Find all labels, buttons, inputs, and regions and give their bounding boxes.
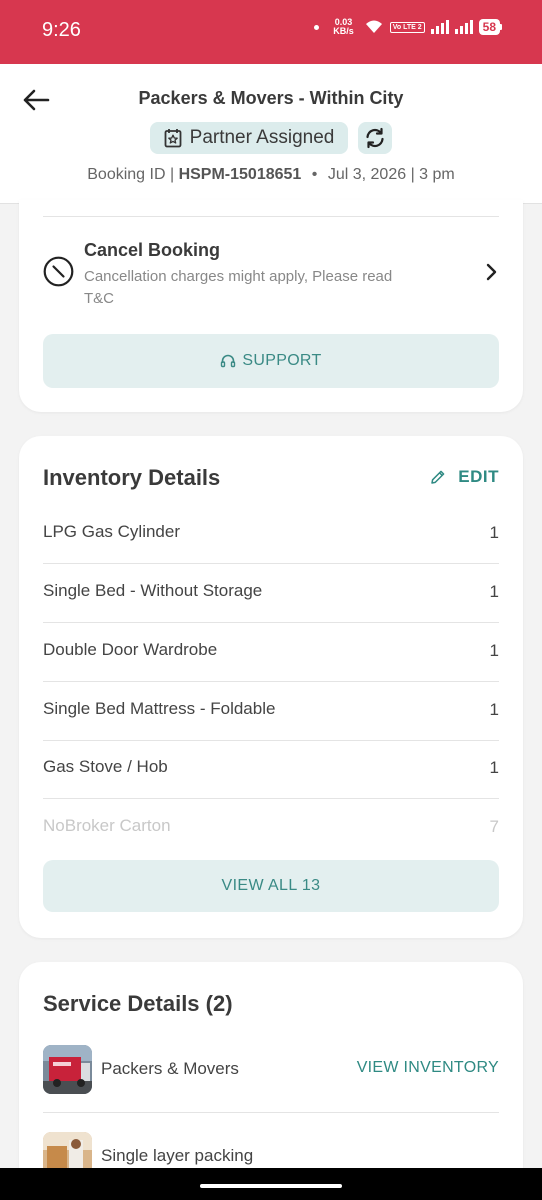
inventory-item-qty: 1	[489, 582, 499, 601]
service-name: Packers & Movers	[101, 1059, 239, 1078]
system-nav-bar	[0, 1168, 542, 1200]
inventory-item-name: NoBroker Carton	[43, 816, 171, 835]
inventory-row: Double Door Wardrobe 1	[43, 623, 499, 682]
home-gesture-handle[interactable]	[200, 1184, 342, 1188]
inventory-card: Inventory Details EDIT LPG Gas Cylinder …	[19, 436, 523, 938]
edit-inventory-button[interactable]: EDIT	[430, 467, 499, 487]
service-card: Service Details (2) Packers & Movers VIE…	[19, 962, 523, 1200]
inventory-row: Single Bed - Without Storage 1	[43, 564, 499, 623]
view-inventory-link[interactable]: VIEW INVENTORY	[357, 1059, 499, 1077]
booking-info: Booking ID | HSPM-15018651 • Jul 3, 2026…	[0, 166, 542, 184]
signal-icon	[430, 20, 449, 34]
service-name: Single layer packing	[101, 1146, 254, 1165]
service-title: Service Details (2)	[43, 991, 233, 1016]
inventory-item-name: Single Bed - Without Storage	[43, 581, 263, 600]
inventory-item-name: LPG Gas Cylinder	[43, 522, 180, 541]
status-badge: Partner Assigned	[149, 122, 349, 154]
booking-id-label: Booking ID |	[87, 166, 175, 183]
inventory-row: NoBroker Carton 7	[43, 799, 499, 858]
wifi-icon	[365, 20, 382, 33]
service-row: Packers & Movers VIEW INVENTORY	[43, 1045, 499, 1113]
status-icons: 0.03 KB/s Vo LTE 2 58	[314, 18, 502, 36]
inventory-row: LPG Gas Cylinder 1	[43, 505, 499, 564]
headset-icon	[221, 354, 236, 368]
inventory-item-qty: 1	[489, 523, 499, 542]
edit-label: EDIT	[458, 467, 499, 486]
badge-star-icon	[164, 129, 182, 148]
signal-2-icon	[454, 20, 473, 34]
support-button[interactable]: SUPPORT	[43, 334, 499, 388]
support-label: SUPPORT	[242, 352, 322, 369]
booking-header: Packers & Movers - Within City Partner A…	[0, 64, 542, 204]
booking-id: HSPM-15018651	[178, 166, 302, 183]
inventory-item-name: Single Bed Mattress - Foldable	[43, 699, 276, 718]
chevron-right-icon	[486, 263, 497, 281]
refresh-button[interactable]	[358, 122, 393, 154]
cancel-booking-row[interactable]: Cancel Booking Cancellation charges migh…	[43, 236, 501, 308]
status-time: 9:26	[42, 19, 81, 41]
inventory-item-name: Gas Stove / Hob	[43, 757, 168, 776]
battery-level: 58	[478, 19, 500, 35]
inventory-item-name: Double Door Wardrobe	[43, 640, 218, 659]
booking-separator: •	[311, 166, 318, 183]
status-bar: 9:26 0.03 KB/s Vo LTE 2 58	[0, 0, 542, 64]
booking-schedule: Jul 3, 2026 | 3 pm	[327, 166, 455, 183]
cancel-booking-subtitle: Cancellation charges might apply, Please…	[84, 268, 393, 307]
notification-dot-icon	[314, 24, 320, 30]
cancel-booking-title: Cancel Booking	[84, 240, 221, 260]
page-title: Packers & Movers - Within City	[138, 88, 404, 108]
status-badge-label: Partner Assigned	[189, 127, 335, 148]
actions-card: Cancel Booking Cancellation charges migh…	[19, 200, 523, 412]
truck-thumbnail	[43, 1045, 92, 1094]
inventory-item-qty: 1	[489, 758, 499, 777]
status-badges: Partner Assigned	[0, 122, 542, 154]
inventory-item-qty: 1	[489, 700, 499, 719]
inventory-row: Single Bed Mattress - Foldable 1	[43, 682, 499, 741]
net-speed-unit: KB/s	[333, 26, 354, 36]
inventory-item-qty: 1	[489, 641, 499, 660]
refresh-icon	[366, 127, 384, 149]
inventory-item-qty: 7	[489, 817, 499, 836]
cancel-icon	[43, 256, 74, 287]
volte-badge: Vo LTE 2	[389, 21, 425, 33]
net-speed: 0.03 KB/s	[333, 18, 354, 36]
pencil-icon	[431, 470, 445, 484]
view-all-inventory-button[interactable]: VIEW ALL 13	[43, 860, 499, 912]
battery-icon: 58	[478, 19, 502, 35]
divider	[43, 216, 499, 217]
inventory-title: Inventory Details	[43, 465, 221, 490]
inventory-row: Gas Stove / Hob 1	[43, 740, 499, 799]
